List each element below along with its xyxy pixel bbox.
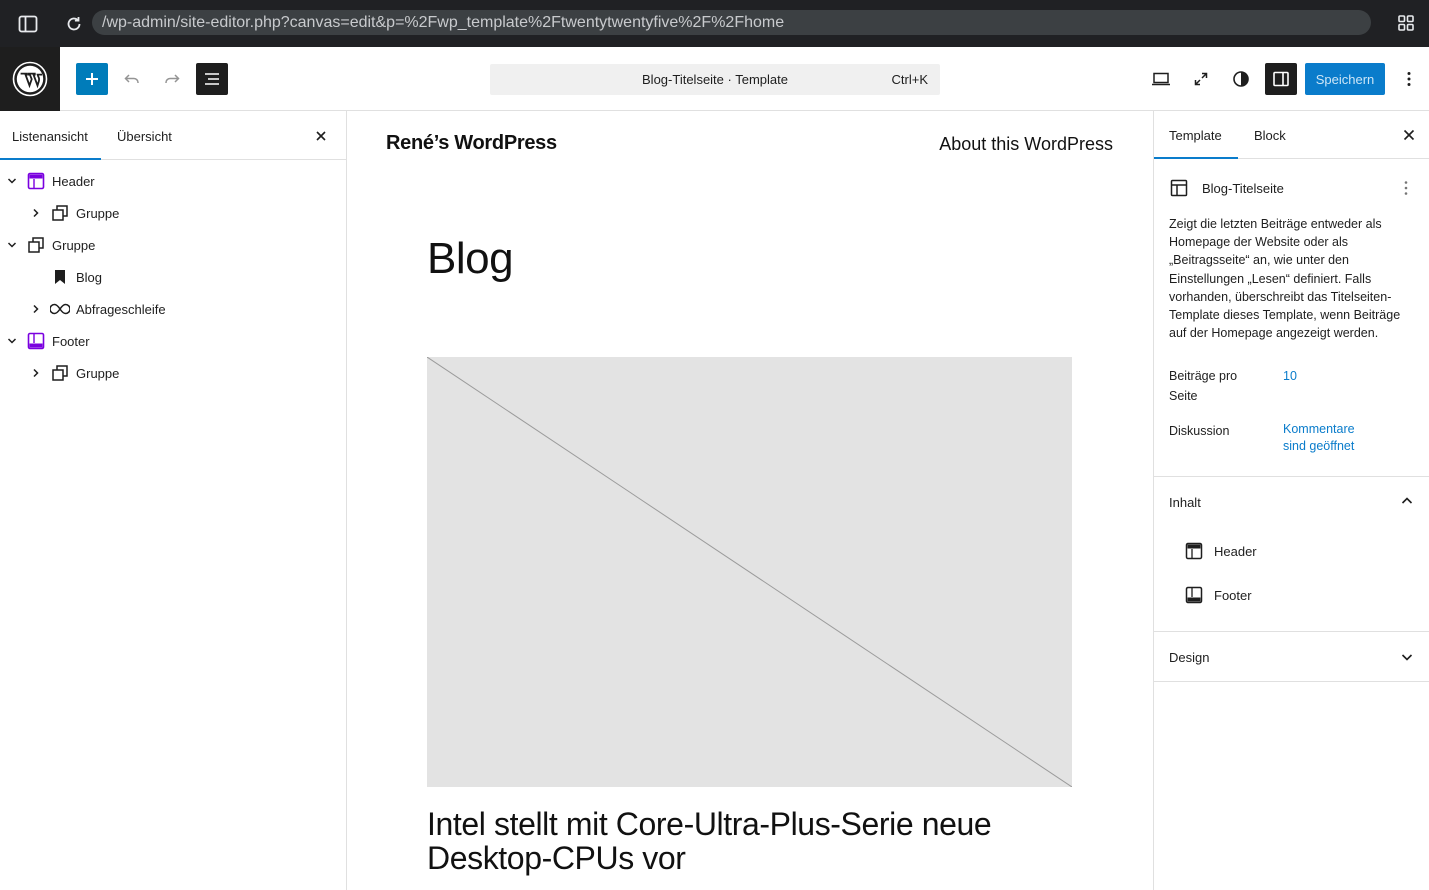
tree-item-label: Header [52, 173, 95, 189]
template-summary: Blog-Titelseite [1170, 178, 1420, 200]
tab-list-view[interactable]: Listenansicht [0, 111, 101, 160]
template-part-footer-icon [26, 331, 46, 351]
settings-sidebar-toggle-button[interactable] [1265, 63, 1297, 95]
tree-item-group[interactable]: Gruppe [0, 357, 346, 389]
save-button[interactable]: Speichern [1305, 63, 1385, 95]
document-title: Blog-Titelseite · Template [642, 72, 788, 87]
group-icon [26, 235, 46, 255]
sidebar-toggle-icon[interactable] [0, 0, 56, 47]
chevron-down-icon[interactable] [1399, 649, 1415, 665]
post-title[interactable]: Intel stellt mit Core-Ultra-Plus-Serie n… [427, 807, 1067, 875]
divider [1154, 631, 1429, 632]
chevron-right-icon[interactable] [28, 205, 44, 221]
editor-header: Blog-Titelseite · Template Ctrl+K Speich… [0, 47, 1429, 111]
tab-template[interactable]: Template [1154, 111, 1238, 159]
template-part-footer-icon [1185, 586, 1203, 604]
chevron-right-icon[interactable] [28, 301, 44, 317]
close-icon[interactable] [312, 127, 330, 145]
tree-item-group[interactable]: Gruppe [0, 229, 346, 261]
divider [1154, 681, 1429, 682]
tree-item-label: Gruppe [76, 365, 120, 381]
options-more-icon[interactable] [1397, 63, 1421, 95]
close-icon[interactable] [1401, 127, 1417, 143]
tree-item-query-loop[interactable]: Abfrageschleife [0, 293, 346, 325]
posts-per-page-button[interactable]: 10 [1283, 368, 1297, 385]
bookmark-icon [50, 267, 70, 287]
content-section-title[interactable]: Inhalt [1169, 495, 1201, 510]
page-heading[interactable]: Blog [427, 234, 514, 284]
block-inserter-button[interactable] [76, 63, 108, 95]
discussion-label: Diskussion [1169, 424, 1230, 438]
settings-tabs: Template Block [1154, 111, 1429, 159]
tree-item-blog[interactable]: Blog [0, 261, 346, 293]
command-palette-button[interactable]: Blog-Titelseite · Template Ctrl+K [490, 64, 940, 95]
template-part-header-icon [1185, 542, 1203, 560]
template-name: Blog-Titelseite [1202, 181, 1284, 196]
tree-item-label: Gruppe [76, 205, 120, 221]
tree-item-footer[interactable]: Footer [0, 325, 346, 357]
browser-toolbar: /wp-admin/site-editor.php?canvas=edit&p=… [0, 0, 1429, 47]
chevron-down-icon[interactable] [4, 173, 20, 189]
settings-sidebar: Template Block Blog-Titelseite Zeigt die… [1153, 111, 1429, 890]
device-preview-desktop-icon[interactable] [1145, 63, 1177, 95]
chevron-up-icon[interactable] [1399, 493, 1415, 509]
command-shortcut: Ctrl+K [891, 72, 928, 87]
tab-block[interactable]: Block [1254, 111, 1286, 159]
tree-item-header[interactable]: Header [0, 165, 346, 197]
more-vertical-icon[interactable] [1404, 180, 1408, 196]
group-icon [50, 203, 70, 223]
site-title[interactable]: René’s WordPress [386, 132, 557, 155]
undo-icon[interactable] [118, 63, 146, 95]
divider [1154, 476, 1429, 477]
content-item-label: Header [1214, 543, 1257, 559]
tree-item-group[interactable]: Gruppe [0, 197, 346, 229]
chevron-down-icon[interactable] [4, 237, 20, 253]
layout-icon [1170, 179, 1188, 197]
tree-item-label: Abfrageschleife [76, 301, 166, 317]
styles-contrast-icon[interactable] [1225, 63, 1257, 95]
content-item-footer[interactable]: Footer [1185, 585, 1252, 605]
template-part-header-icon [26, 171, 46, 191]
chevron-right-icon[interactable] [28, 365, 44, 381]
list-view-toggle-button[interactable] [196, 63, 228, 95]
wordpress-logo-icon[interactable] [0, 47, 60, 111]
content-item-header[interactable]: Header [1185, 541, 1257, 561]
tab-outline[interactable]: Übersicht [117, 111, 172, 160]
discussion-status-button[interactable]: Kommentare sind geöffnet [1283, 421, 1373, 455]
address-bar[interactable]: /wp-admin/site-editor.php?canvas=edit&p=… [92, 10, 1371, 35]
extensions-grid-icon[interactable] [1397, 14, 1415, 32]
content-item-label: Footer [1214, 587, 1252, 603]
editor-canvas[interactable]: René’s WordPress About this WordPress Bl… [347, 111, 1153, 890]
tree-item-label: Gruppe [52, 237, 96, 253]
chevron-down-icon[interactable] [4, 333, 20, 349]
fullscreen-icon[interactable] [1185, 63, 1217, 95]
reload-icon[interactable] [56, 0, 92, 47]
tree-item-label: Blog [76, 269, 103, 285]
navigation-link[interactable]: About this WordPress [939, 134, 1113, 155]
design-section-title[interactable]: Design [1169, 650, 1209, 665]
group-icon [50, 363, 70, 383]
list-view-tabs: Listenansicht Übersicht [0, 111, 346, 160]
template-description: Zeigt die letzten Beiträge entweder als … [1169, 217, 1401, 341]
loop-icon [50, 299, 70, 319]
tree-item-label: Footer [52, 333, 90, 349]
redo-icon[interactable] [158, 63, 186, 95]
list-view-panel: Listenansicht Übersicht Header Gruppe Gr… [0, 111, 347, 890]
featured-image-placeholder[interactable] [427, 357, 1072, 787]
posts-per-page-label: Beiträge pro Seite [1169, 369, 1238, 403]
